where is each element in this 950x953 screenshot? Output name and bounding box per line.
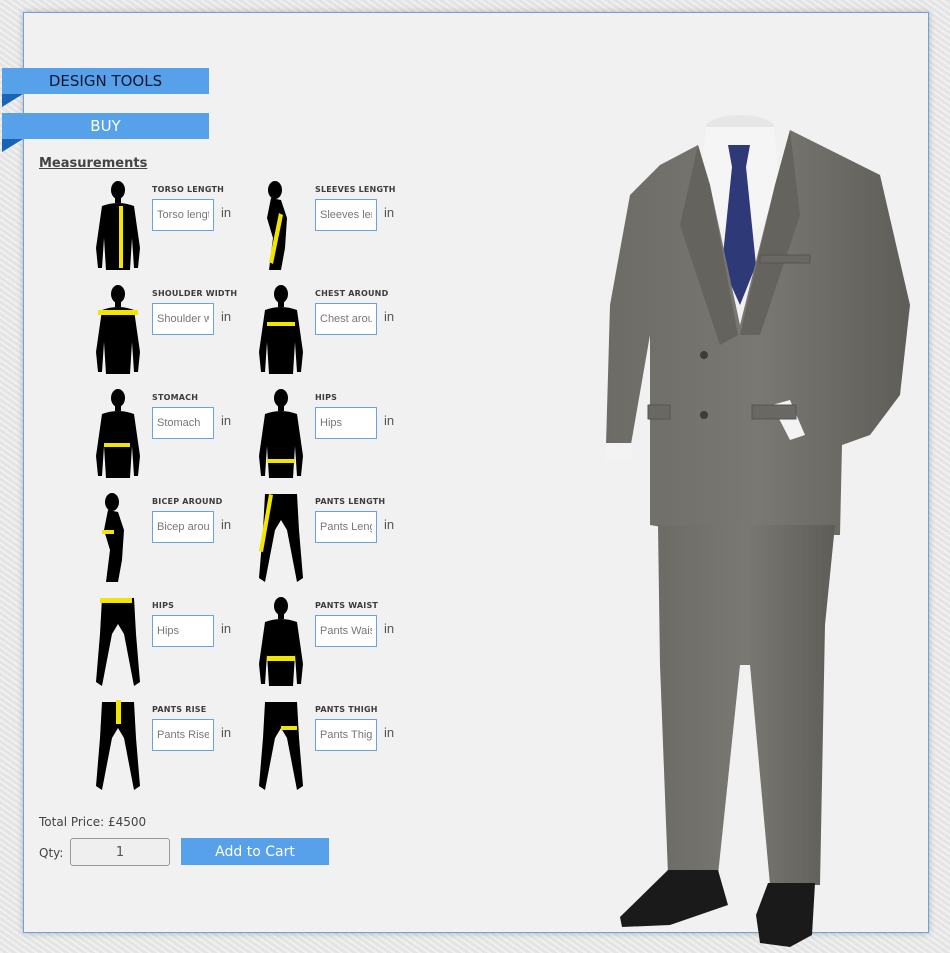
design-tools-label: DESIGN TOOLS [48,72,163,90]
measurement-label: CHEST AROUND [315,289,389,298]
qty-input[interactable] [70,838,170,866]
pants-rise-input[interactable] [152,719,214,751]
measurement-item: PANTS LENGTH in [251,490,411,585]
unit-label: in [384,413,395,428]
unit-label: in [221,621,232,636]
body-figure-icon [251,282,311,377]
pants-length-input[interactable] [315,511,377,543]
body-figure-icon [88,490,148,585]
qty-label: Qty: [39,846,64,860]
unit-label: in [221,205,232,220]
measurement-label: SHOULDER WIDTH [152,289,238,298]
measurement-item: BICEP AROUND in [88,490,248,585]
ribbon-fold [2,139,23,152]
unit-label: in [384,517,395,532]
body-figure-icon [251,490,311,585]
pants-waist-input[interactable] [315,615,377,647]
stomach-input[interactable] [152,407,214,439]
unit-label: in [221,517,232,532]
measurement-item: STOMACH in [88,386,248,481]
body-figure-icon [251,386,311,481]
measurement-label: HIPS [315,393,338,402]
unit-label: in [384,725,395,740]
measurement-label: HIPS [152,601,175,610]
measurement-item: TORSO LENGTH in [88,178,248,273]
unit-label: in [221,725,232,740]
unit-label: in [221,309,232,324]
measurement-item: PANTS WAIST in [251,594,411,689]
add-to-cart-button[interactable]: Add to Cart [181,838,329,865]
suit-preview-image [606,115,910,947]
buy-tab[interactable]: BUY [2,113,209,152]
body-figure-icon [88,178,148,273]
measurement-label: PANTS LENGTH [315,497,386,506]
measurement-label: PANTS WAIST [315,601,379,610]
measurement-item: SHOULDER WIDTH in [88,282,248,377]
measurement-label: BICEP AROUND [152,497,223,506]
measurement-item: PANTS RISE in [88,698,248,793]
body-figure-icon [88,282,148,377]
measurement-label: SLEEVES LENGTH [315,185,396,194]
unit-label: in [384,205,395,220]
measurement-item: HIPS in [88,594,248,689]
total-price: Total Price: £4500 [39,815,147,829]
unit-label: in [384,309,395,324]
body-figure-icon [251,178,311,273]
body-figure-icon [88,386,148,481]
torso-length-input[interactable] [152,199,214,231]
measurement-item: HIPS in [251,386,411,481]
body-figure-icon [251,594,311,689]
sleeves-length-input[interactable] [315,199,377,231]
measurement-label: PANTS RISE [152,705,207,714]
measurement-item: SLEEVES LENGTH in [251,178,411,273]
measurement-label: PANTS THIGH [315,705,378,714]
chest-around-input[interactable] [315,303,377,335]
hips-input[interactable] [152,615,214,647]
design-tools-tab[interactable]: DESIGN TOOLS [2,68,209,107]
unit-label: in [384,621,395,636]
measurement-item: PANTS THIGH in [251,698,411,793]
body-figure-icon [88,698,148,793]
body-figure-icon [251,698,311,793]
measurement-label: STOMACH [152,393,199,402]
shoulder-width-input[interactable] [152,303,214,335]
bicep-around-input[interactable] [152,511,214,543]
hips-input[interactable] [315,407,377,439]
pants-thigh-input[interactable] [315,719,377,751]
body-figure-icon [88,594,148,689]
buy-label: BUY [90,117,121,135]
measurement-label: TORSO LENGTH [152,185,225,194]
unit-label: in [221,413,232,428]
ribbon-fold [2,94,23,107]
measurement-item: CHEST AROUND in [251,282,411,377]
measurements-heading: Measurements [39,156,148,171]
